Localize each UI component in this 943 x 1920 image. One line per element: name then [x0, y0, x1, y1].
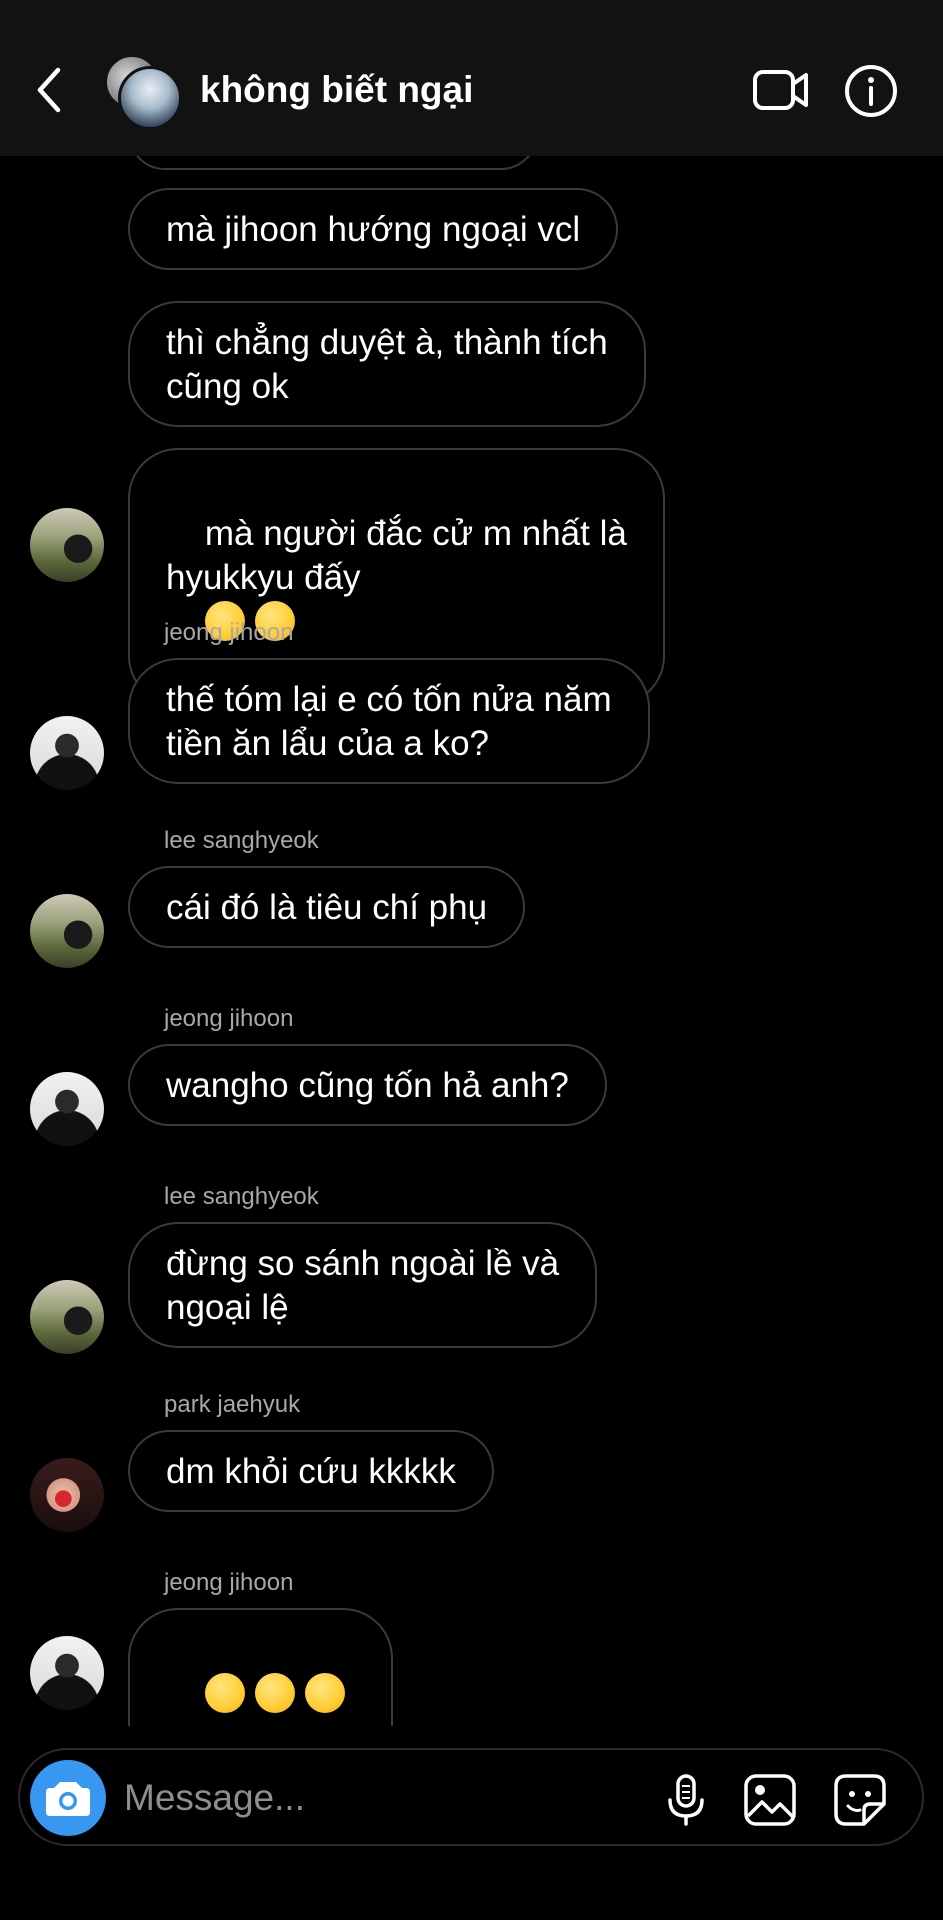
sender-name: lee sanghyeok [164, 1183, 319, 1210]
sender-avatar-park-jaehyuk[interactable] [30, 1458, 104, 1532]
back-button[interactable] [30, 60, 70, 120]
sender-avatar-lee-sanghyeok[interactable] [30, 508, 104, 582]
message-bubble[interactable]: wangho cũng tốn hả anh? [128, 1044, 607, 1126]
info-icon [845, 65, 897, 117]
gallery-button[interactable] [742, 1772, 798, 1828]
loudly-crying-emoji [304, 1673, 345, 1713]
message-bubble[interactable] [128, 1608, 393, 1726]
microphone-icon [668, 1774, 704, 1826]
sender-avatar-jeong-jihoon[interactable] [30, 716, 104, 790]
message-text: mà người đắc cử m nhất là hyukkyu đấy [166, 514, 627, 597]
sender-name: lee sanghyeok [164, 827, 319, 854]
message-composer [18, 1748, 924, 1846]
message-bubble-partial [128, 156, 538, 170]
sender-avatar-lee-sanghyeok[interactable] [30, 1280, 104, 1354]
image-icon [744, 1774, 796, 1826]
camera-button[interactable] [30, 1760, 106, 1836]
message-bubble[interactable]: thì chẳng duyệt à, thành tích cũng ok [128, 301, 646, 427]
chat-title[interactable]: không biết ngại [200, 68, 473, 112]
voice-message-button[interactable] [658, 1772, 714, 1828]
sender-name: jeong jihoon [164, 1569, 294, 1596]
message-bubble[interactable]: mà jihoon hướng ngoại vcl [128, 188, 619, 270]
message-bubble[interactable]: dm khỏi cứu kkkkk [128, 1430, 494, 1512]
sticker-button[interactable] [832, 1772, 888, 1828]
info-button[interactable] [844, 64, 898, 118]
video-camera-icon [753, 70, 808, 110]
sender-name: jeong jihoon [164, 1005, 294, 1032]
sender-name: park jaehyuk [164, 1391, 301, 1418]
chat-header: không biết ngại [0, 0, 943, 156]
sender-avatar-jeong-jihoon[interactable] [30, 1636, 104, 1710]
member-avatar [118, 66, 182, 130]
camera-icon [46, 1782, 90, 1816]
message-input[interactable] [122, 1768, 526, 1828]
sticker-icon [834, 1774, 886, 1826]
group-avatar[interactable] [104, 54, 184, 134]
message-bubble[interactable]: cái đó là tiêu chí phụ [128, 866, 526, 948]
sender-avatar-jeong-jihoon[interactable] [30, 1072, 104, 1146]
sender-avatar-lee-sanghyeok[interactable] [30, 894, 104, 968]
video-call-button[interactable] [752, 66, 810, 114]
loudly-crying-emoji [254, 1673, 295, 1713]
loudly-crying-emoji [204, 1673, 245, 1713]
sender-name: jeong jihoon [164, 619, 294, 646]
message-thread[interactable]: mà jihoon hướng ngoại vcl thì chẳng duyệ… [0, 156, 943, 1726]
chevron-left-icon [37, 67, 61, 113]
message-bubble[interactable]: đừng so sánh ngoài lề và ngoại lệ [128, 1222, 598, 1348]
message-bubble[interactable]: thế tóm lại e có tốn nửa năm tiền ăn lẩu… [128, 658, 650, 784]
